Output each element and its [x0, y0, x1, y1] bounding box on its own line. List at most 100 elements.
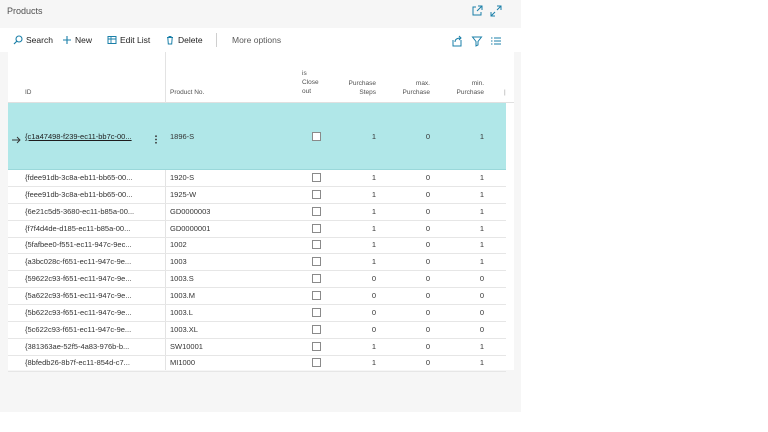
row-purchase-steps: 1 — [371, 189, 376, 199]
new-button[interactable]: New — [62, 34, 92, 46]
row-product-no: 1896-S — [170, 132, 195, 141]
row-close-out-checkbox[interactable] — [312, 257, 321, 267]
row-product-no: 1003.M — [170, 290, 196, 300]
row-close-out-checkbox[interactable] — [312, 206, 321, 216]
table-row[interactable]: {5a622c93-f651-ec11-947c-9e... 1003.M 0 0 0 — [8, 288, 506, 305]
search-button[interactable]: Search — [13, 34, 53, 46]
delete-label: Delete — [178, 35, 203, 45]
row-id[interactable]: {5c622c93-f651-ec11-947c-9e... — [25, 325, 153, 334]
row-max-purchase: 0 — [425, 341, 430, 351]
more-options-button[interactable]: More options — [232, 34, 281, 46]
col-header-purchase-steps[interactable]: Purchase Steps — [338, 79, 376, 97]
table-row[interactable]: {5fafbee0-f551-ec11-947c-9ec... 1002 1 0 1 — [8, 237, 506, 255]
row-close-out-checkbox[interactable] — [312, 324, 321, 334]
table-row-selected[interactable]: {c1a47498-f239-ec11-bb7c-00... 1896-S 1 … — [8, 103, 506, 170]
more-vertical-icon[interactable] — [154, 131, 158, 149]
table-row[interactable]: {fdee91db-3c8a-eb11-bb65-00... 1920-S 1 0 1 — [8, 170, 506, 187]
row-id[interactable]: {381363ae-52f5-4a83-976b-b... — [25, 342, 153, 351]
row-max-purchase: 0 — [425, 358, 430, 368]
row-min-purchase: 0 — [479, 274, 484, 284]
row-min-purchase: 1 — [479, 240, 484, 250]
row-product-no: MI1000 — [170, 358, 196, 368]
row-close-out-checkbox[interactable] — [312, 341, 321, 351]
row-max-purchase: 0 — [425, 290, 430, 300]
row-close-out-checkbox[interactable] — [312, 223, 321, 233]
row-close-out-checkbox[interactable] — [312, 358, 321, 368]
row-id[interactable]: {feee91db-3c8a-eb11-bb65-00... — [25, 190, 153, 199]
search-icon — [13, 35, 23, 45]
row-close-out-checkbox[interactable] — [312, 307, 321, 317]
row-product-no: 1003.L — [170, 307, 193, 317]
row-close-out-checkbox[interactable] — [312, 189, 321, 199]
row-max-purchase: 0 — [425, 274, 430, 284]
col-header-product-no[interactable]: Product No. — [170, 88, 204, 97]
search-label: Search — [26, 35, 53, 45]
col-header-is-close-out[interactable]: is Close out — [302, 69, 319, 96]
row-close-out-checkbox[interactable] — [312, 290, 321, 300]
table-row[interactable]: {5c622c93-f651-ec11-947c-9e... 1003.XL 0 0 0 — [8, 322, 506, 339]
table-row[interactable]: {f7f4d4de-d185-ec11-b85a-00... GD0000001 1… — [8, 221, 506, 238]
table-row[interactable]: {59622c93-f651-ec11-947c-9e... 1003.S 0 0 0 — [8, 271, 506, 289]
row-min-purchase: 1 — [479, 206, 484, 216]
row-min-purchase: 0 — [479, 324, 484, 334]
row-max-purchase: 0 — [425, 257, 430, 267]
row-id[interactable]: {fdee91db-3c8a-eb11-bb65-00... — [25, 173, 153, 182]
row-id[interactable]: {8bfedb26-8b7f-ec11-854d-c7... — [25, 358, 153, 367]
row-close-out-checkbox[interactable] — [312, 274, 321, 284]
row-id[interactable]: {59622c93-f651-ec11-947c-9e... — [25, 274, 153, 283]
row-product-no: 1920-S — [170, 173, 195, 182]
row-purchase-steps: 1 — [371, 240, 376, 250]
col-header-min-purchase-line2: Purchase — [456, 89, 484, 96]
row-purchase-steps: 0 — [371, 307, 376, 317]
row-id[interactable]: {5b622c93-f651-ec11-947c-9e... — [25, 308, 153, 317]
row-min-purchase: 1 — [479, 257, 484, 267]
delete-button[interactable]: Delete — [165, 34, 203, 46]
table-row[interactable]: {a3bc028c-f651-ec11-947c-9e... 1003 1 0 1 — [8, 254, 506, 272]
col-header-purchase-steps-line1: Purchase — [348, 80, 376, 87]
col-header-id[interactable]: ID — [25, 88, 32, 97]
col-header-min-purchase-line1: min. — [471, 80, 484, 87]
page-title: Products — [7, 6, 43, 16]
edit-list-button[interactable]: Edit List — [107, 34, 150, 46]
row-max-purchase: 0 — [425, 223, 430, 233]
row-max-purchase: 0 — [425, 173, 430, 182]
table-row[interactable]: {feee91db-3c8a-eb11-bb65-00... 1925-W 1 0 1 — [8, 187, 506, 204]
expand-icon[interactable] — [490, 4, 502, 17]
row-max-purchase: 0 — [425, 132, 430, 141]
toolbar-divider — [216, 33, 217, 47]
row-id[interactable]: {a3bc028c-f651-ec11-947c-9e... — [25, 257, 153, 266]
col-header-is-close-out-line1: is — [302, 70, 307, 77]
plus-icon — [63, 36, 71, 44]
row-purchase-steps: 1 — [371, 206, 376, 216]
table-row[interactable]: {381363ae-52f5-4a83-976b-b... SW10001 1 0 1 — [8, 339, 506, 356]
row-id[interactable]: {5a622c93-f651-ec11-947c-9e... — [25, 291, 153, 300]
table-row[interactable]: {6e21c5d5-3680-ec11-b85a-00... GD0000003 1… — [8, 204, 506, 221]
share-icon[interactable] — [451, 34, 463, 47]
row-product-no: SW10001 — [170, 341, 203, 351]
row-id[interactable]: {f7f4d4de-d185-ec11-b85a-00... — [25, 224, 153, 233]
row-min-purchase: 1 — [479, 189, 484, 199]
row-max-purchase: 0 — [425, 307, 430, 317]
table-row[interactable]: {5b622c93-f651-ec11-947c-9e... 1003.L 0 0 0 — [8, 305, 506, 322]
action-bar: Search New Edit List Delete More options — [0, 28, 521, 52]
row-purchase-steps: 1 — [371, 223, 376, 233]
row-product-no: 1925-W — [170, 189, 197, 199]
open-in-new-icon[interactable] — [471, 4, 483, 16]
edit-list-label: Edit List — [120, 35, 151, 45]
row-id[interactable]: {5fafbee0-f551-ec11-947c-9ec... — [25, 240, 153, 249]
row-purchase-steps: 1 — [371, 341, 376, 351]
row-purchase-steps: 0 — [371, 290, 376, 300]
filter-icon[interactable] — [471, 34, 483, 47]
row-id[interactable]: {6e21c5d5-3680-ec11-b85a-00... — [25, 207, 153, 216]
row-close-out-checkbox[interactable] — [312, 173, 321, 182]
row-close-out-checkbox[interactable] — [312, 132, 321, 141]
col-header-is-close-out-line3: out — [302, 88, 312, 95]
col-header-max-purchase[interactable]: max. Purchase — [392, 79, 430, 97]
row-product-no: 1003.XL — [170, 324, 198, 334]
col-header-max-purchase-line1: max. — [415, 80, 430, 87]
row-close-out-checkbox[interactable] — [312, 240, 321, 250]
list-view-icon[interactable] — [490, 34, 502, 46]
col-header-min-purchase[interactable]: min. Purchase — [446, 79, 484, 97]
row-id[interactable]: {c1a47498-f239-ec11-bb7c-00... — [25, 132, 149, 141]
table-row[interactable]: {8bfedb26-8b7f-ec11-854d-c7... MI1000 1 0 1 — [8, 355, 506, 373]
